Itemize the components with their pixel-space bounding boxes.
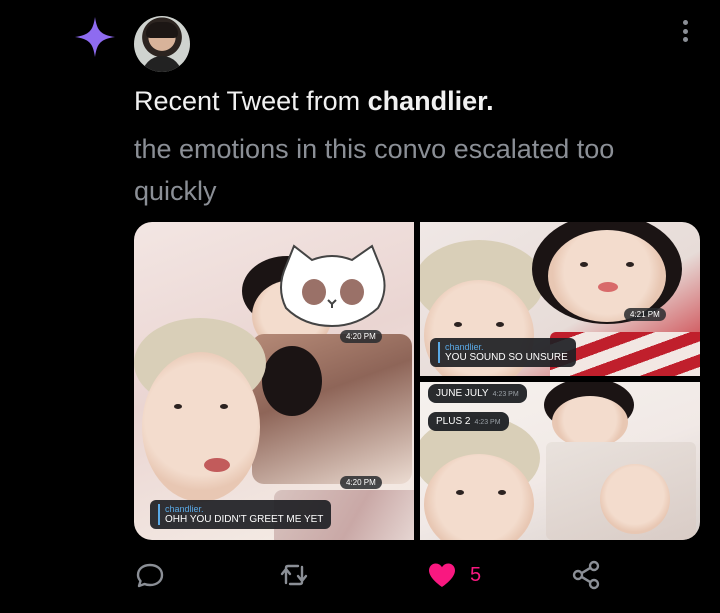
mouth [204,458,230,472]
message-time: 4:23 PM [492,391,519,398]
share-icon [572,560,600,590]
like-button[interactable]: 5 [426,558,481,592]
timestamp: 4:20 PM [340,476,382,489]
eye [498,490,506,495]
message-time: 4:23 PM [474,419,501,426]
like-count: 5 [470,563,482,586]
tweet-headline: Recent Tweet from chandlier. [134,86,494,117]
media-image-bottom-right[interactable]: JUNE JULY 4:23 PM PLUS 2 4:23 PM [420,382,700,540]
heart-icon [429,563,455,587]
timestamp: 4:20 PM [340,330,382,343]
eye [496,322,504,327]
inset-person-hair [262,346,322,416]
avatar-shirt [142,56,182,72]
eye [626,262,634,267]
reply-quote: chandlier. OHH YOU DIDN'T GREET ME YET [158,504,323,525]
retweet-icon [280,564,308,586]
tweet-media[interactable]: 4:20 PM 4:20 PM chandlier. OHH YOU DIDN'… [134,222,700,540]
tweet-actions: 5 [134,558,604,592]
timestamp: 4:21 PM [624,308,666,321]
person-face [552,396,628,448]
mouth [598,282,618,292]
share-button[interactable] [570,558,602,592]
avatar[interactable] [134,16,190,72]
cat-sticker [280,244,386,328]
chat-message: PLUS 2 4:23 PM [428,412,509,431]
eye [220,404,228,409]
message-text: JUNE JULY [436,388,489,399]
media-image-top-right[interactable]: 4:21 PM chandlier. YOU SOUND SO UNSURE [420,222,700,376]
sparkle-icon [75,17,115,57]
media-image-left[interactable]: 4:20 PM 4:20 PM chandlier. OHH YOU DIDN'… [134,222,414,540]
eye [580,262,588,267]
child-face [600,464,670,534]
more-dot [682,37,688,42]
more-dot [682,20,688,25]
reply-author: chandlier. [165,504,204,514]
person-blond-face [142,352,260,502]
reply-button[interactable] [134,558,166,592]
headline-prefix: Recent Tweet from [134,86,368,116]
eye [174,404,182,409]
tweet-text: the emotions in this convo escalated too… [134,134,615,206]
reply-author: chandlier. [445,342,484,352]
eye [456,490,464,495]
more-vertical-icon[interactable] [676,16,694,46]
reply-text: OHH YOU DIDN'T GREET ME YET [165,514,324,525]
eye [454,322,462,327]
reply-quote: chandlier. YOU SOUND SO UNSURE [438,342,568,363]
chat-reply-bubble: chandlier. YOU SOUND SO UNSURE [430,338,576,367]
retweet-button[interactable] [278,558,310,592]
chat-reply-bubble: chandlier. OHH YOU DIDN'T GREET ME YET [150,500,332,529]
author-name[interactable]: chandlier. [368,86,494,116]
reply-text: YOU SOUND SO UNSURE [445,352,568,363]
chat-message: JUNE JULY 4:23 PM [428,384,527,403]
avatar-hair [146,22,178,38]
message-text: PLUS 2 [436,416,471,427]
more-dot [682,28,688,34]
reply-icon [136,563,164,588]
